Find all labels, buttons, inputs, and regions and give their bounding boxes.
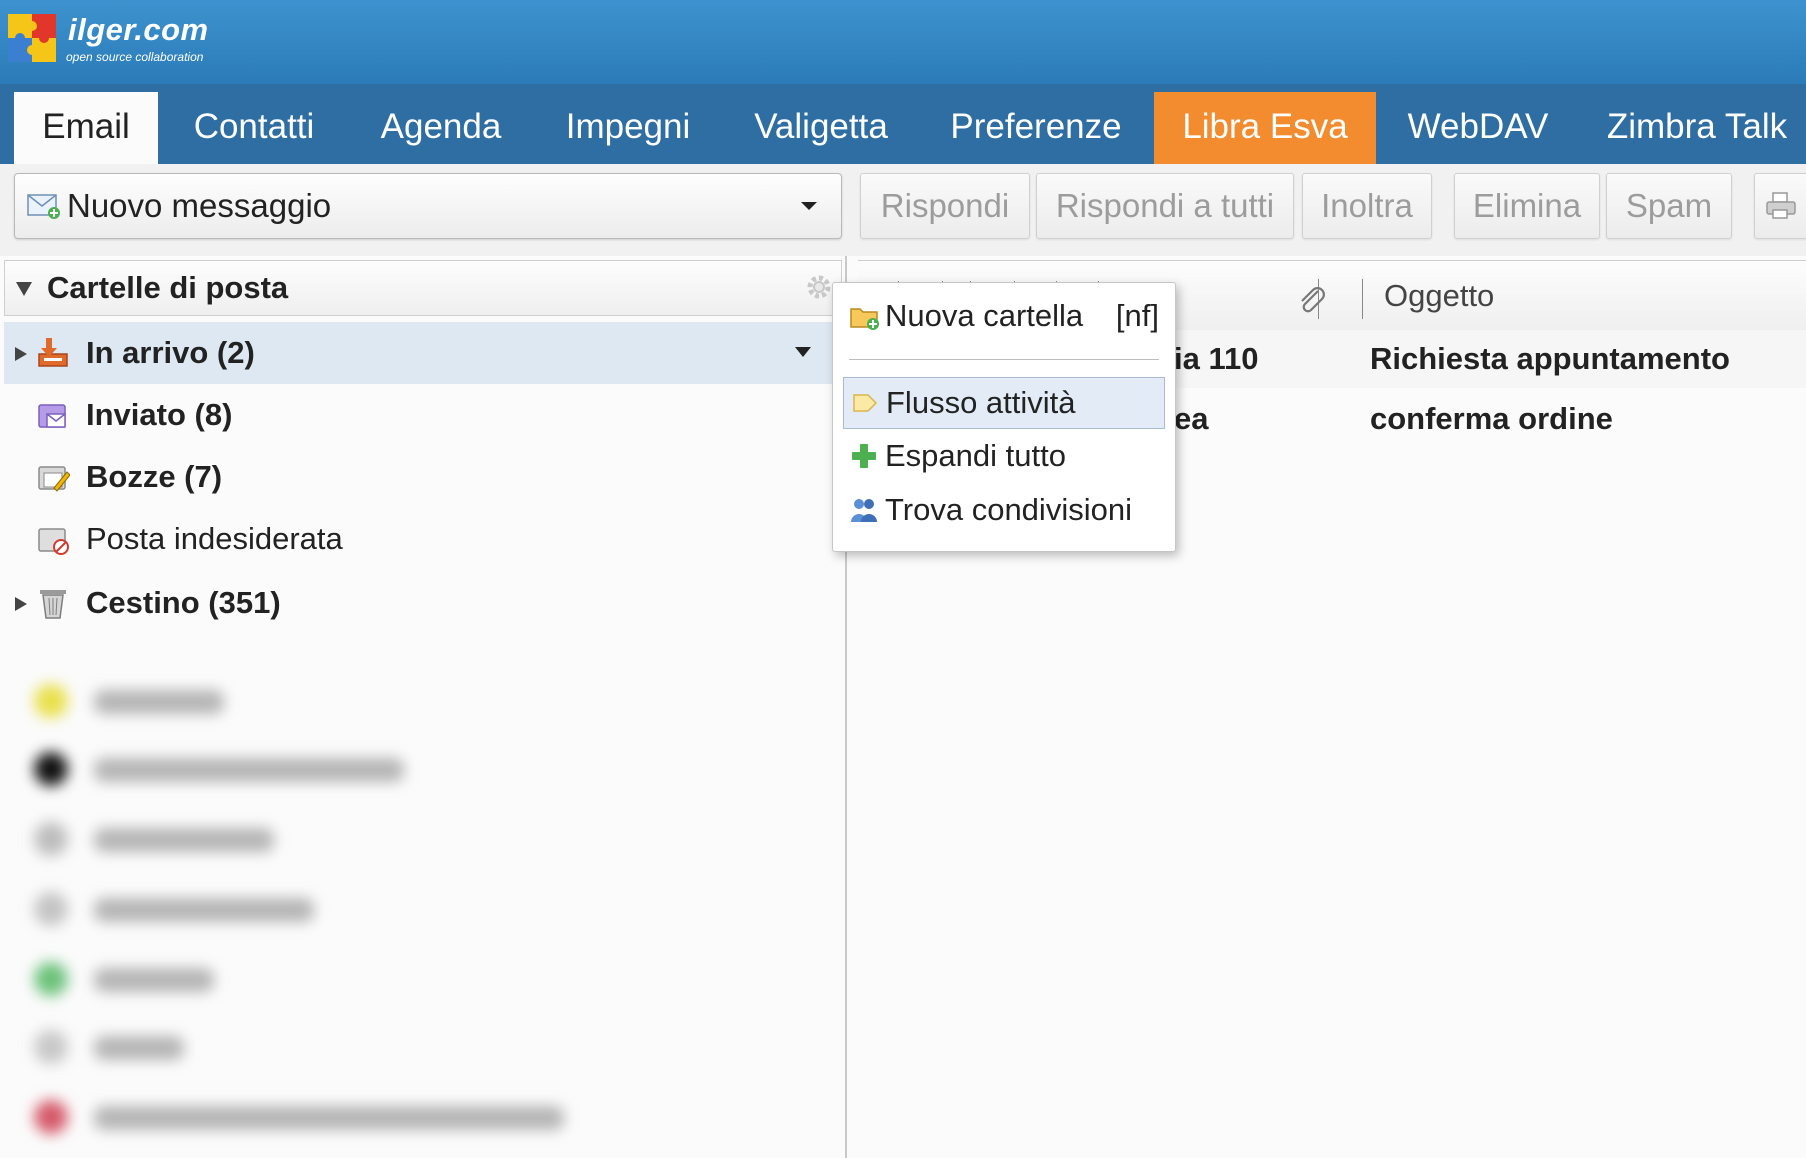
blurred-folder[interactable] [4,1020,840,1072]
logo[interactable]: ilger.com open source collaboration [0,6,230,76]
message-subject: conferma ordine [1370,401,1613,436]
trash-icon [40,590,66,619]
blurred-folder[interactable] [4,882,840,934]
sent-icon [38,404,66,428]
menu-separator [849,359,1159,360]
attachment-icon[interactable] [1296,285,1328,317]
tab-valigetta[interactable]: Valigetta [738,92,904,164]
menu-item-find-shares[interactable]: Trova condivisioni [843,485,1163,535]
folder-color-icon [34,822,68,856]
chevron-down-icon[interactable] [794,346,812,358]
folder-pane: Cartelle di posta In arrivo (2) Inviato … [0,256,847,1158]
tab-impegni[interactable]: Impegni [552,92,704,164]
menu-item-label: Flusso attività [886,385,1076,420]
folder-trash[interactable]: Cestino (351) [4,572,840,634]
folder-junk[interactable]: Posta indesiderata [4,508,840,570]
menu-item-shortcut: [nf] [1115,298,1159,333]
menu-item-activity-stream[interactable]: Flusso attività [843,377,1165,429]
message-from: ia 110 [1174,341,1259,376]
forward-button[interactable]: Inoltra [1302,173,1432,239]
tab-agenda[interactable]: Agenda [362,92,520,164]
inbox-icon [38,338,68,367]
expand-triangle-icon[interactable] [14,596,28,612]
menu-item-expand-all[interactable]: Espandi tutto [843,431,1163,481]
new-message-label: Nuovo messaggio [67,187,332,224]
folder-label: Posta indesiderata [86,521,343,556]
tab-webdav[interactable]: WebDAV [1398,92,1558,164]
spam-button[interactable]: Spam [1606,173,1732,239]
blurred-folder[interactable] [4,952,840,1004]
message-from: ea [1174,401,1209,436]
folder-color-icon [34,1030,68,1064]
find-shares-icon [851,499,877,522]
collapse-triangle-icon[interactable] [15,281,33,297]
column-header-subject[interactable]: Oggetto [1384,261,1494,331]
menu-item-label: Nuova cartella [885,298,1084,333]
mail-toolbar: Nuovo messaggio Rispondi Rispondi a tutt… [0,164,1806,256]
folder-color-icon [34,962,68,996]
folder-tree-title: Cartelle di posta [47,270,289,305]
gear-icon[interactable] [805,273,833,301]
folder-drafts[interactable]: Bozze (7) [4,446,840,508]
printer-icon [1766,192,1796,219]
activity-stream-icon [853,394,878,412]
new-message-icon [27,194,60,219]
blurred-folder[interactable] [4,1090,840,1142]
folder-sent[interactable]: Inviato (8) [4,384,840,446]
folder-color-icon [34,684,68,718]
tab-libra-esva[interactable]: Libra Esva [1154,92,1376,164]
folder-color-icon [34,1100,68,1134]
folder-label: Cestino (351) [86,585,281,620]
folder-color-icon [34,752,68,786]
expand-triangle-icon[interactable] [14,346,28,362]
menu-item-label: Trova condivisioni [885,492,1132,527]
puzzle-logo-icon [8,14,56,62]
drafts-icon [38,466,70,492]
tab-zimbra-talk[interactable]: Zimbra Talk [1594,92,1800,164]
chevron-down-icon[interactable] [789,174,829,238]
folder-context-menu: Nuova cartella [nf] Flusso attività Espa… [832,282,1176,552]
folder-color-icon [34,892,68,926]
blurred-folder[interactable] [4,812,840,864]
junk-icon [38,528,69,555]
menu-item-label: Espandi tutto [885,438,1066,473]
folder-inbox[interactable]: In arrivo (2) [4,322,840,384]
menu-item-new-folder[interactable]: Nuova cartella [nf] [843,291,1163,341]
folder-tree-header[interactable]: Cartelle di posta [4,260,842,316]
logo-tagline: open source collaboration [66,50,204,64]
blurred-folder[interactable] [4,674,840,726]
folder-label: Inviato (8) [86,397,233,432]
folder-label: Bozze (7) [86,459,223,494]
tab-contatti[interactable]: Contatti [178,92,330,164]
tab-preferenze[interactable]: Preferenze [938,92,1134,164]
top-banner: ilger.com open source collaboration [0,0,1806,84]
app-tab-bar: Email Contatti Agenda Impegni Valigetta … [0,84,1806,164]
blurred-folder[interactable] [4,742,840,794]
tab-email[interactable]: Email [14,92,158,164]
new-message-button[interactable]: Nuovo messaggio [14,173,842,239]
print-button[interactable] [1754,173,1806,239]
logo-wordmark: ilger.com [68,12,209,47]
reply-button[interactable]: Rispondi [860,173,1030,239]
folder-label: In arrivo (2) [86,335,255,370]
reply-all-button[interactable]: Rispondi a tutti [1036,173,1294,239]
message-subject: Richiesta appuntamento [1370,341,1730,376]
new-folder-icon [850,308,879,330]
expand-all-icon [852,444,876,468]
delete-button[interactable]: Elimina [1454,173,1600,239]
